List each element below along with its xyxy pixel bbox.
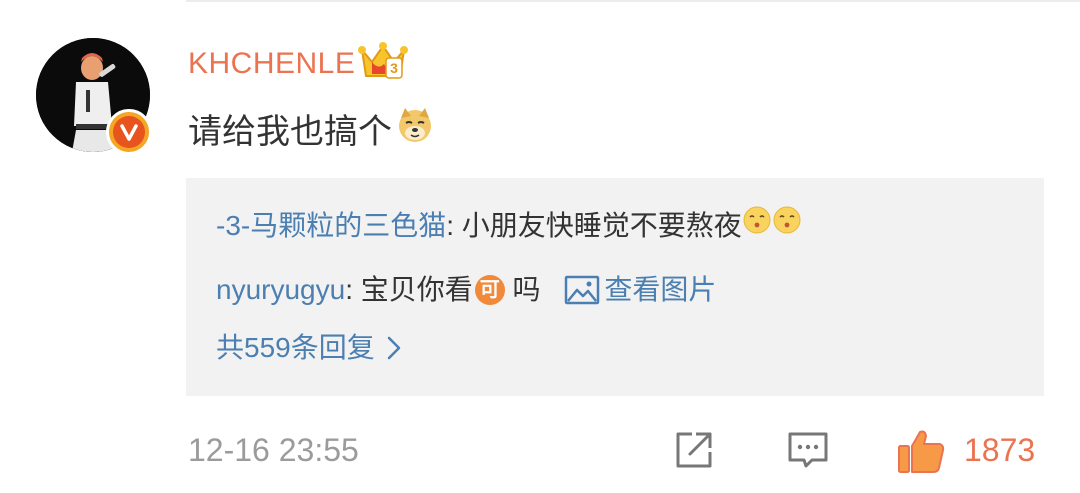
- more-replies-link[interactable]: 共559条回复: [216, 328, 401, 368]
- top-divider: [186, 0, 1080, 2]
- like-count: 1873: [964, 432, 1036, 468]
- ke-badge: 可: [474, 275, 505, 305]
- comment-text: 请给我也搞个: [188, 112, 392, 151]
- username[interactable]: KHCHENLE: [188, 46, 355, 82]
- view-image-link[interactable]: 查看图片: [564, 270, 716, 310]
- crown-badge-icon[interactable]: 3: [358, 40, 408, 89]
- comment-timestamp: 12-16 23:55: [188, 432, 359, 468]
- shush-emoji-icon: [772, 205, 802, 246]
- shush-emoji-icon: [742, 205, 772, 246]
- chevron-right-icon: [387, 336, 400, 360]
- image-icon: [565, 275, 600, 305]
- reply-separator: :: [345, 274, 361, 305]
- like-button[interactable]: [896, 428, 946, 479]
- reply-comment-button[interactable]: [786, 428, 830, 477]
- comment-text-row: 请给我也搞个: [188, 106, 434, 157]
- reply-text: 宝贝你看: [360, 274, 473, 305]
- reply-text-suffix: 吗: [504, 274, 549, 305]
- share-icon: [676, 432, 712, 468]
- more-replies-row[interactable]: 共559条回复: [216, 328, 401, 368]
- reply-separator: :: [446, 209, 462, 241]
- reply-item: nyuryugyu : 宝贝你看 可 吗 查看图片: [216, 270, 716, 310]
- reply-username[interactable]: nyuryugyu: [216, 270, 345, 310]
- svg-text:3: 3: [390, 60, 398, 76]
- thumbs-up-icon: [898, 430, 945, 473]
- reply-username[interactable]: -3-马颗粒的三色猫: [216, 206, 446, 246]
- reply-item: -3-马颗粒的三色猫 : 小朋友快睡觉不要熬夜: [216, 205, 802, 246]
- more-replies-label: 共559条回复: [216, 332, 375, 363]
- reply-text: 小朋友快睡觉不要熬夜: [461, 209, 742, 241]
- share-button[interactable]: [672, 428, 716, 477]
- reply-box: -3-马颗粒的三色猫 : 小朋友快睡觉不要熬夜 nyuryugyu : 宝贝你看: [186, 178, 1044, 396]
- doge-emoji-icon: [396, 106, 434, 157]
- verified-v-icon: [106, 109, 152, 155]
- reply-comment-icon: [788, 432, 828, 468]
- ke-badge-text: 可: [479, 279, 500, 301]
- view-image-label: 查看图片: [604, 274, 717, 305]
